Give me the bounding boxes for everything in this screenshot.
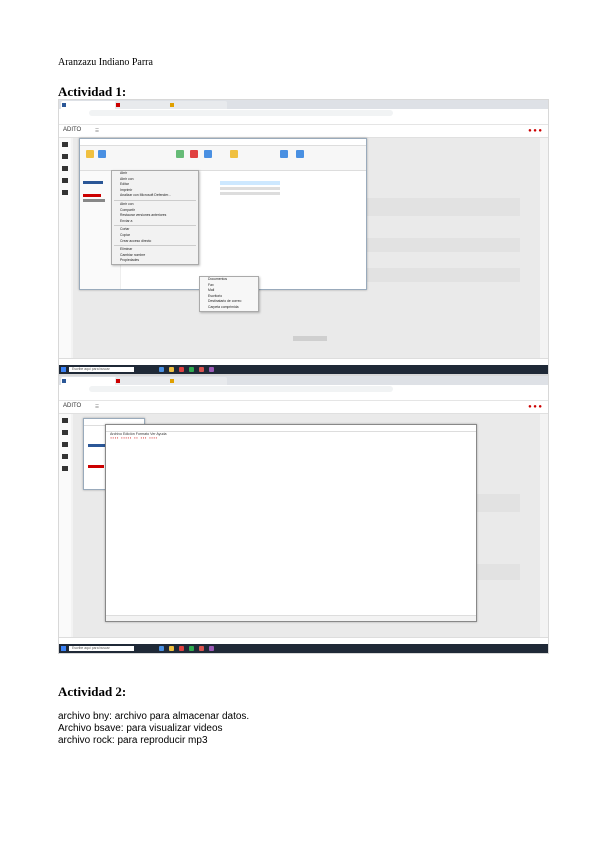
browser-tab [169,377,227,385]
paste-icon [86,150,94,158]
start-icon[interactable] [61,367,66,372]
taskbar-app-icon[interactable] [189,367,194,372]
answer-line: archivo rock: para reproducir mp3 [58,735,208,746]
grid-icon [62,190,68,195]
grid-icon [62,466,68,471]
taskbar-app-icon[interactable] [199,367,204,372]
app-logo: ADITO [63,403,82,409]
download-bar [59,358,548,365]
app-header: ADITO ☰ ● ● ● [59,401,548,414]
rename-icon [204,150,212,158]
address-bar [59,385,548,393]
taskbar-app-icon[interactable] [209,367,214,372]
content-button [293,336,327,341]
windows-taskbar: Escribe aquí para buscar [59,365,548,374]
context-menu-item[interactable]: Enviar a [112,219,198,225]
screenshot-notepad: ADITO ☰ ● ● ● Archivo Edición Formato Ve… [58,375,549,654]
submenu-item[interactable]: Carpeta comprimida [200,305,258,311]
url-field [89,386,393,392]
taskbar-search[interactable]: Escribe aquí para buscar [69,367,134,372]
browser-tab [61,377,119,385]
browser-tab-strip [59,100,548,109]
app-logo: ADITO [63,127,82,133]
notepad-titlebar [106,425,476,432]
app-header: ADITO ☰ ● ● ● [59,125,548,138]
url-field [89,110,393,116]
left-rail [59,414,71,639]
start-icon[interactable] [61,646,66,651]
bookmarks-bar [59,117,548,125]
header-icons: ● ● ● [528,128,542,134]
delete-icon [190,150,198,158]
browser-tab [61,101,119,109]
calendar-icon [62,442,68,447]
windows-taskbar: Escribe aquí para buscar [59,644,548,653]
menu-separator [114,225,196,227]
properties-icon [280,150,288,158]
menu-separator [114,199,196,201]
activity1-heading: Actividad 1: [58,84,127,99]
taskbar-app-icon[interactable] [169,646,174,651]
browser-tab [169,101,227,109]
browser-tab [115,101,173,109]
context-menu-item[interactable]: Crear acceso directo [112,239,198,245]
notepad-text-line [106,457,476,462]
taskbar-app-icon[interactable] [159,367,164,372]
taskbar-app-icon[interactable] [199,646,204,651]
send-to-submenu: Documentos Fax Mail Escritorio Destinatario … [199,276,259,312]
browser-tab [115,377,173,385]
taskbar-app-icon[interactable] [179,646,184,651]
calendar-icon [62,166,68,171]
context-menu-item[interactable]: Propiedades [112,258,198,264]
folder-icon [62,178,68,183]
explorer-ribbon [80,146,366,171]
context-menu: Abrir Abrir con Editar Imprimir Analizar con… [111,170,199,265]
home-icon [62,418,68,423]
taskbar-app-icon[interactable] [209,646,214,651]
browser-tab-strip [59,376,548,385]
taskbar-app-icon[interactable] [189,646,194,651]
taskbar-app-icon[interactable] [159,646,164,651]
author-name: Aranzazu Indiano Parra [58,57,153,68]
header-icons: ● ● ● [528,404,542,410]
home-icon [62,142,68,147]
address-bar [59,109,548,117]
explorer-titlebar [80,139,366,146]
select-icon [296,150,304,158]
left-rail [59,138,71,360]
screenshot-explorer-context-menu: ADITO ☰ ● ● ● Abrir Abrir con Editar Imp… [58,99,549,375]
taskbar-search[interactable]: Escribe aquí para buscar [69,646,134,651]
activity2-heading: Actividad 2: [58,684,127,699]
app-search: ☰ [95,128,100,133]
download-bar [59,637,548,644]
taskbar-app-icon[interactable] [179,367,184,372]
copy-icon [98,150,106,158]
book-icon [62,154,68,159]
activity2-answers: archivo bny: archivo para almacenar dato… [58,711,249,747]
new-folder-icon [230,150,238,158]
answer-line: Archivo bsave: para visualizar videos [58,723,223,734]
explorer-file-list [220,171,360,201]
book-icon [62,430,68,435]
answer-line: archivo bny: archivo para almacenar dato… [58,711,250,722]
notepad-window: Archivo Edición Formato Ver Ayuda ▪▪▪▪ ▪… [105,424,477,622]
document-page: Aranzazu Indiano Parra Actividad 1: ADIT… [0,0,599,848]
folder-icon [62,454,68,459]
notepad-statusbar [106,615,476,621]
context-menu-item[interactable]: Analizar con Microsoft Defender... [112,193,198,199]
taskbar-app-icon[interactable] [169,367,174,372]
bookmarks-bar [59,393,548,401]
move-icon [176,150,184,158]
menu-separator [114,245,196,247]
app-search: ☰ [95,404,100,409]
